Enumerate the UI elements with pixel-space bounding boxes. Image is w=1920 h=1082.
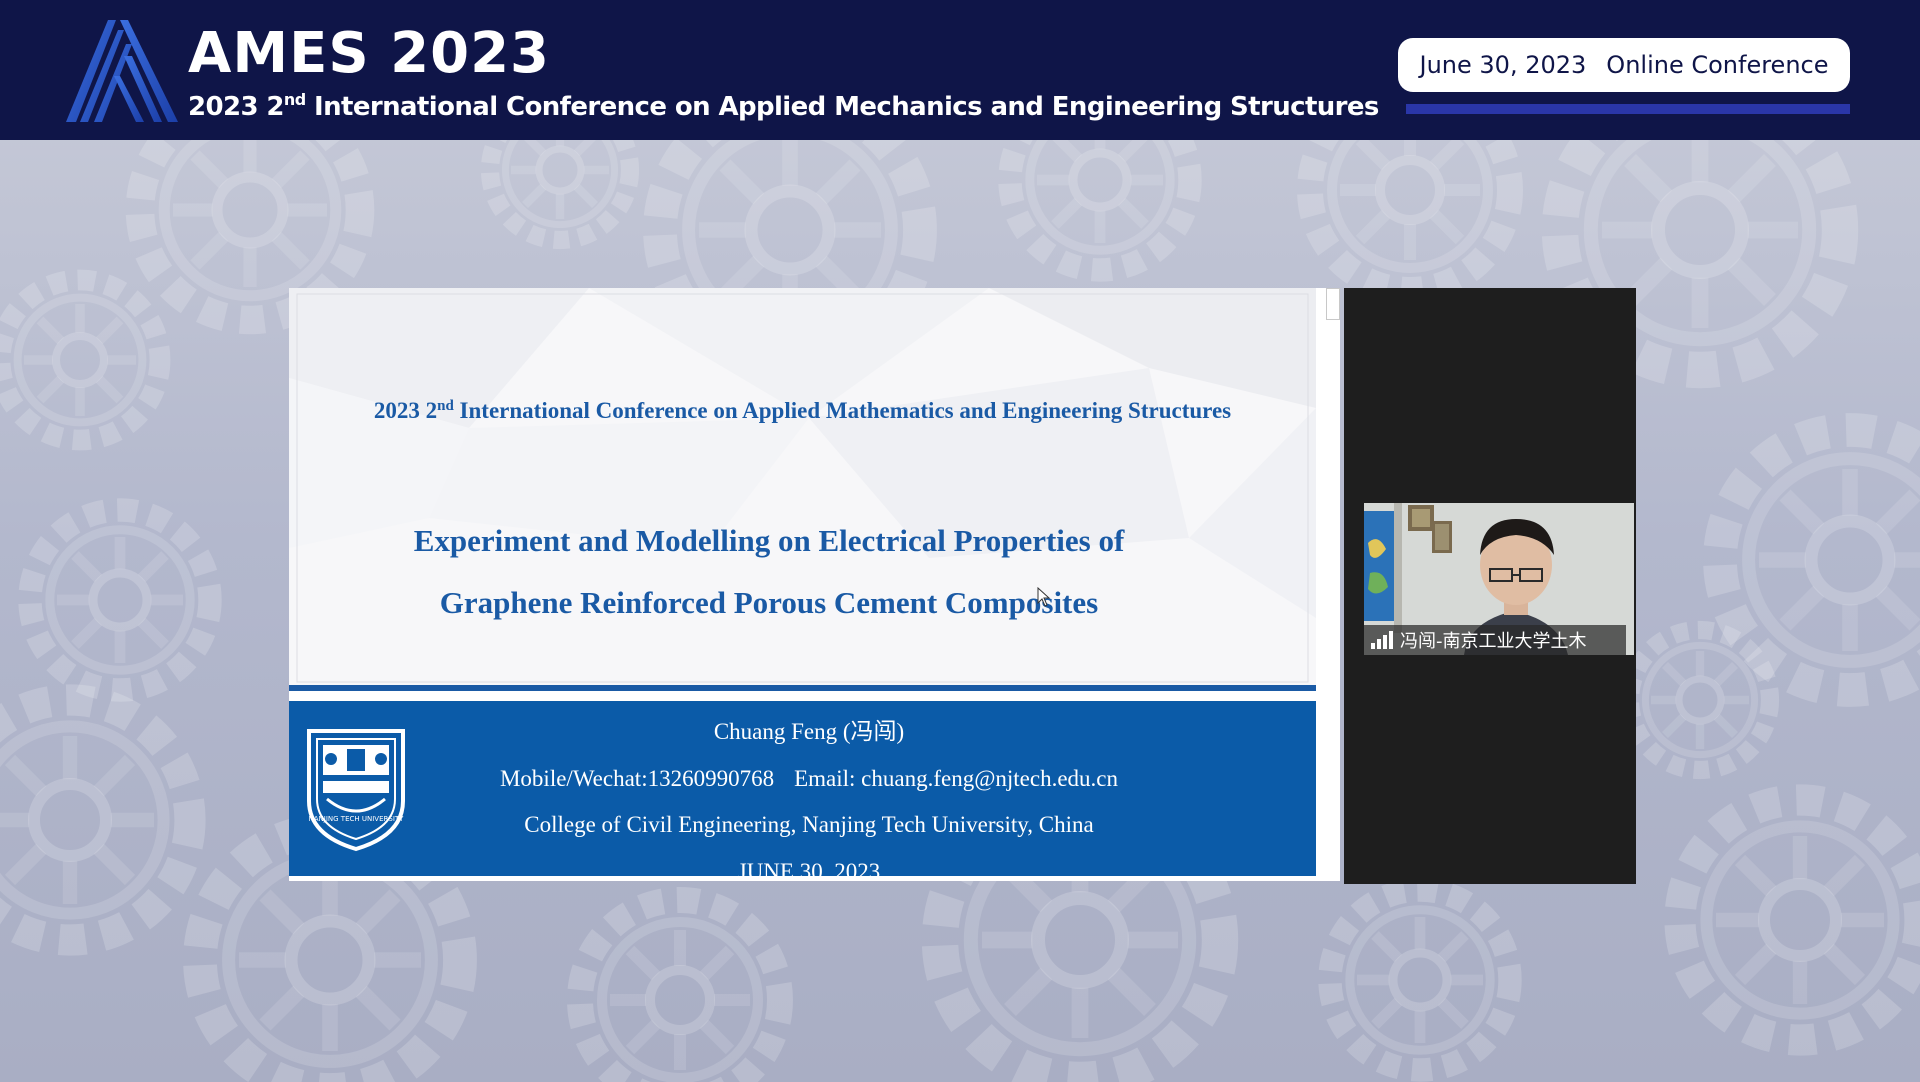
author-details: Chuang Feng (冯闯) Mobile/Wechat:132609907… bbox=[289, 709, 1316, 881]
slide-divider bbox=[289, 685, 1316, 691]
video-panel: 冯闯-南京工业大学土木 bbox=[1344, 288, 1636, 884]
conference-date-badge: June 30, 2023 Online Conference bbox=[1398, 38, 1850, 92]
header-accent-bar bbox=[1406, 104, 1850, 114]
signal-bars-icon bbox=[1371, 631, 1393, 649]
participant-name: 冯闯-南京工业大学土木 bbox=[1400, 631, 1587, 652]
slide-title-line-2: Graphene Reinforced Porous Cement Compos… bbox=[439, 585, 1099, 620]
slide-title-line-1: Experiment and Modelling on Electrical P… bbox=[413, 523, 1125, 558]
author-mobile: Mobile/Wechat:13260990768 bbox=[499, 765, 775, 791]
presentation-date: JUNE 30, 2023 bbox=[737, 858, 881, 882]
slide-author-footer: NANJING TECH UNIVERSITY Chuang Feng (冯闯)… bbox=[289, 701, 1316, 881]
author-contact: Mobile/Wechat:13260990768 Email: chuang.f… bbox=[289, 756, 1316, 803]
ames-logo-icon bbox=[66, 20, 178, 122]
conference-acronym: AMES 2023 bbox=[188, 21, 551, 86]
shared-slide: 2023 2nd International Conference on App… bbox=[289, 288, 1316, 881]
slide-conference-name: 2023 2nd International Conference on App… bbox=[373, 398, 1232, 423]
participant-video-tile[interactable]: 冯闯-南京工业大学土木 bbox=[1364, 503, 1634, 655]
slide-title: Experiment and Modelling on Electrical P… bbox=[349, 510, 1189, 634]
conference-full-name: 2023 2nd International Conference on App… bbox=[188, 90, 1379, 123]
conference-header: AMES 2023 2023 2nd International Confere… bbox=[0, 0, 1920, 140]
author-affiliation: College of Civil Engineering, Nanjing Te… bbox=[524, 812, 1094, 837]
author-email: Email: chuang.feng@njtech.edu.cn bbox=[794, 765, 1118, 791]
mouse-cursor-icon bbox=[1037, 587, 1051, 607]
conference-mode: Online Conference bbox=[1606, 51, 1829, 79]
conference-date: June 30, 2023 bbox=[1419, 51, 1587, 79]
slide-scroll-handle[interactable] bbox=[1326, 288, 1340, 320]
participant-name-tag: 冯闯-南京工业大学土木 bbox=[1364, 625, 1626, 655]
author-name: Chuang Feng (冯闯) bbox=[713, 719, 905, 744]
slide-scroll-edge bbox=[1316, 288, 1340, 881]
